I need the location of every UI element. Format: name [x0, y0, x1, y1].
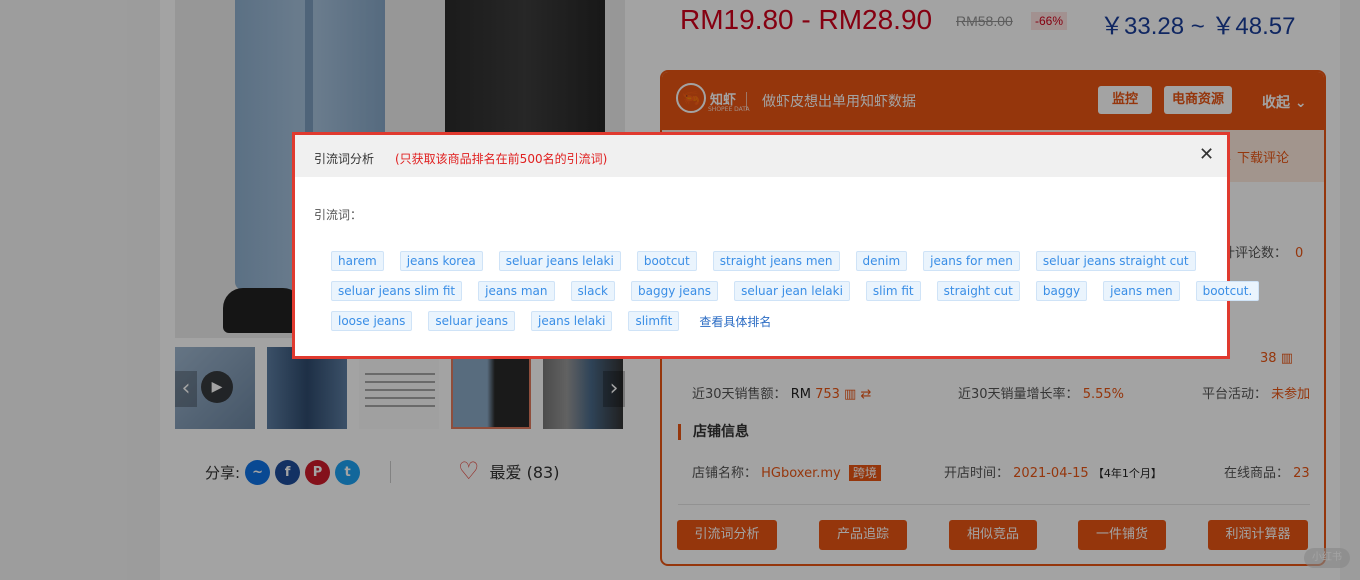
- close-icon[interactable]: ✕: [1199, 145, 1214, 165]
- keyword-tag[interactable]: seluar jeans: [428, 311, 516, 331]
- modal-note: (只获取该商品排名在前500名的引流词): [395, 152, 608, 166]
- keyword-tag[interactable]: baggy jeans: [631, 281, 719, 301]
- keyword-tag[interactable]: baggy: [1035, 281, 1088, 301]
- keyword-tag[interactable]: slim fit: [865, 281, 921, 301]
- keyword-analysis-modal: 引流词分析 (只获取该商品排名在前500名的引流词) ✕ 引流词： harem …: [292, 132, 1260, 359]
- view-ranking-link[interactable]: 查看具体排名: [699, 313, 771, 330]
- keyword-tag[interactable]: jeans men: [1103, 281, 1180, 301]
- keyword-list: harem jeans korea seluar jeans lelaki bo…: [331, 251, 1260, 341]
- keyword-tag[interactable]: straight cut: [936, 281, 1020, 301]
- keyword-row: loose jeans seluar jeans jeans lelaki sl…: [331, 311, 1211, 331]
- keyword-tag[interactable]: harem: [331, 251, 384, 271]
- keyword-tag[interactable]: slack: [570, 281, 615, 301]
- keyword-tag[interactable]: slimfit: [628, 311, 680, 331]
- keyword-tag[interactable]: bootcut.: [1195, 281, 1260, 301]
- keyword-tag[interactable]: loose jeans: [331, 311, 413, 331]
- keyword-tag[interactable]: jeans man: [478, 281, 555, 301]
- keyword-tag[interactable]: jeans for men: [923, 251, 1020, 271]
- modal-title: 引流词分析: [314, 152, 375, 166]
- keyword-tag[interactable]: seluar jeans lelaki: [498, 251, 621, 271]
- keyword-tag[interactable]: jeans korea: [399, 251, 483, 271]
- keyword-tag[interactable]: denim: [855, 251, 908, 271]
- keyword-row: seluar jeans slim fit jeans man slack ba…: [331, 281, 1260, 301]
- keyword-tag[interactable]: bootcut: [636, 251, 697, 271]
- keyword-row: harem jeans korea seluar jeans lelaki bo…: [331, 251, 1211, 271]
- keyword-tag[interactable]: jeans lelaki: [531, 311, 613, 331]
- keyword-tag[interactable]: seluar jeans straight cut: [1035, 251, 1196, 271]
- keyword-tag[interactable]: seluar jean lelaki: [734, 281, 850, 301]
- modal-header: 引流词分析 (只获取该商品排名在前500名的引流词) ✕: [295, 135, 1227, 177]
- keyword-tag[interactable]: straight jeans men: [712, 251, 840, 271]
- keyword-label: 引流词：: [314, 208, 363, 222]
- keyword-tag[interactable]: seluar jeans slim fit: [331, 281, 463, 301]
